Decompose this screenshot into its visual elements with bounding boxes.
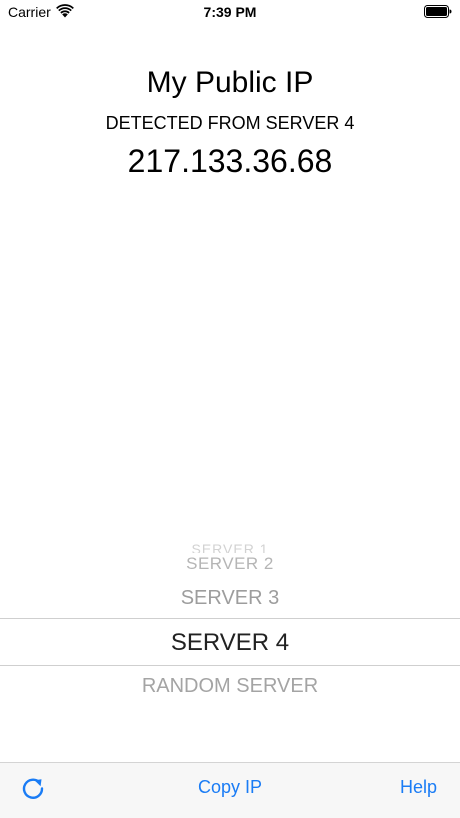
picker-item-server-2[interactable]: SERVER 2 <box>0 554 460 574</box>
copy-ip-button-wrap: Copy IP <box>0 777 460 798</box>
picker-selection-line-bottom <box>0 665 460 666</box>
refresh-icon[interactable] <box>18 773 48 803</box>
battery-icon <box>424 5 452 18</box>
picker-selection-line-top <box>0 618 460 619</box>
picker-item-server-1[interactable]: SERVER 1 <box>0 539 460 553</box>
ip-address: 217.133.36.68 <box>127 143 333 179</box>
picker-item-server-3[interactable]: SERVER 3 <box>0 587 460 610</box>
server-picker[interactable]: SERVER 1 SERVER 2 SERVER 3 SERVER 4 RAND… <box>0 535 460 755</box>
clock: 7:39 PM <box>203 4 257 20</box>
status-bar: Carrier 7:39 PM <box>0 0 460 26</box>
copy-ip-button[interactable]: Copy IP <box>198 777 262 797</box>
detected-from-label: DETECTED FROM SERVER 4 <box>105 113 355 133</box>
page-title: My Public IP <box>146 66 314 99</box>
bottom-toolbar: Copy IP Help <box>0 762 460 818</box>
screen: Carrier 7:39 PM My Public IP DETECTED FR… <box>0 0 460 818</box>
picker-item-random-server[interactable]: RANDOM SERVER <box>0 675 460 698</box>
picker-item-server-4-selected[interactable]: SERVER 4 <box>0 629 460 657</box>
help-button[interactable]: Help <box>400 777 437 798</box>
